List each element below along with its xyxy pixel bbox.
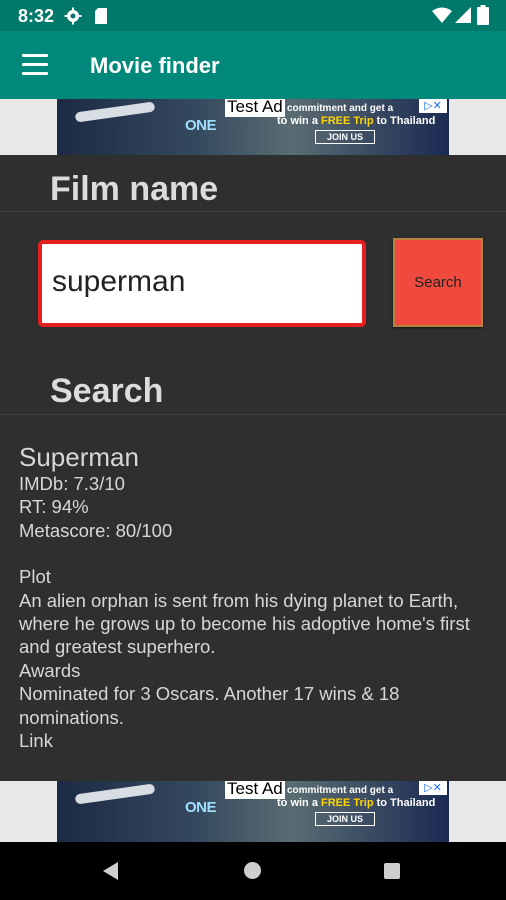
metascore: Metascore: 80/100 <box>19 519 173 541</box>
divider <box>0 414 506 415</box>
ad-join-button[interactable]: JOIN US <box>315 130 375 144</box>
adchoices-close-icon[interactable]: ▷✕ <box>419 99 447 113</box>
divider <box>0 211 506 212</box>
airplane-icon <box>74 101 156 123</box>
ad-brand: ONE <box>185 117 217 134</box>
ad-text-line2: to win a FREE Trip to Thailand <box>277 115 436 127</box>
status-time: 8:32 <box>18 6 55 26</box>
ad-join-button[interactable]: JOIN US <box>315 812 375 826</box>
search-heading: Search <box>50 372 164 410</box>
hamburger-menu-icon[interactable] <box>22 54 48 76</box>
ad-text-line1: commitment and get a <box>287 103 394 114</box>
ad-image[interactable]: ONE Test Ad commitment and get a to win … <box>57 99 449 155</box>
film-name-input[interactable]: superman <box>38 240 366 327</box>
battery-icon <box>477 5 489 25</box>
ad-text-line2: to win a FREE Trip to Thailand <box>277 797 436 809</box>
recents-icon[interactable] <box>384 863 400 879</box>
movie-title: Superman <box>19 442 139 472</box>
search-button[interactable]: Search <box>393 238 483 327</box>
link-text[interactable]: Link <box>19 729 499 752</box>
airplane-icon <box>74 783 156 805</box>
home-icon[interactable] <box>244 862 261 879</box>
film-name-heading: Film name <box>50 170 219 208</box>
awards-label: Awards <box>19 659 81 681</box>
adchoices-close-icon[interactable]: ▷✕ <box>419 781 447 795</box>
ad-image[interactable]: ONE Test Ad commitment and get a to win … <box>57 781 449 842</box>
top-ad-banner: ONE Test Ad commitment and get a to win … <box>0 99 506 155</box>
app-title: Movie finder <box>90 53 220 78</box>
plot-text: An alien orphan is sent from his dying p… <box>19 589 470 658</box>
gear-icon <box>64 7 82 25</box>
sd-card-icon <box>95 8 107 24</box>
plot-label: Plot <box>19 566 51 588</box>
ad-text-line1: commitment and get a <box>287 785 394 796</box>
wifi-icon <box>432 7 452 23</box>
test-ad-label: Test Ad <box>225 99 285 117</box>
status-bar: 8:32 <box>0 0 506 31</box>
app-bar: Movie finder <box>0 31 506 99</box>
rt-rating: RT: 94% <box>19 496 89 518</box>
bottom-ad-banner: ONE Test Ad commitment and get a to win … <box>0 781 506 842</box>
navigation-bar <box>0 842 506 900</box>
back-icon[interactable] <box>103 862 118 880</box>
awards-text: Nominated for 3 Oscars. Another 17 wins … <box>19 683 400 728</box>
test-ad-label: Test Ad <box>225 781 285 799</box>
imdb-rating: IMDb: 7.3/10 <box>19 473 125 494</box>
ad-brand: ONE <box>185 799 217 816</box>
signal-icon <box>455 7 471 23</box>
movie-result: Superman IMDb: 7.3/10 RT: 94% Metascore:… <box>19 442 499 752</box>
input-value: superman <box>52 265 186 298</box>
